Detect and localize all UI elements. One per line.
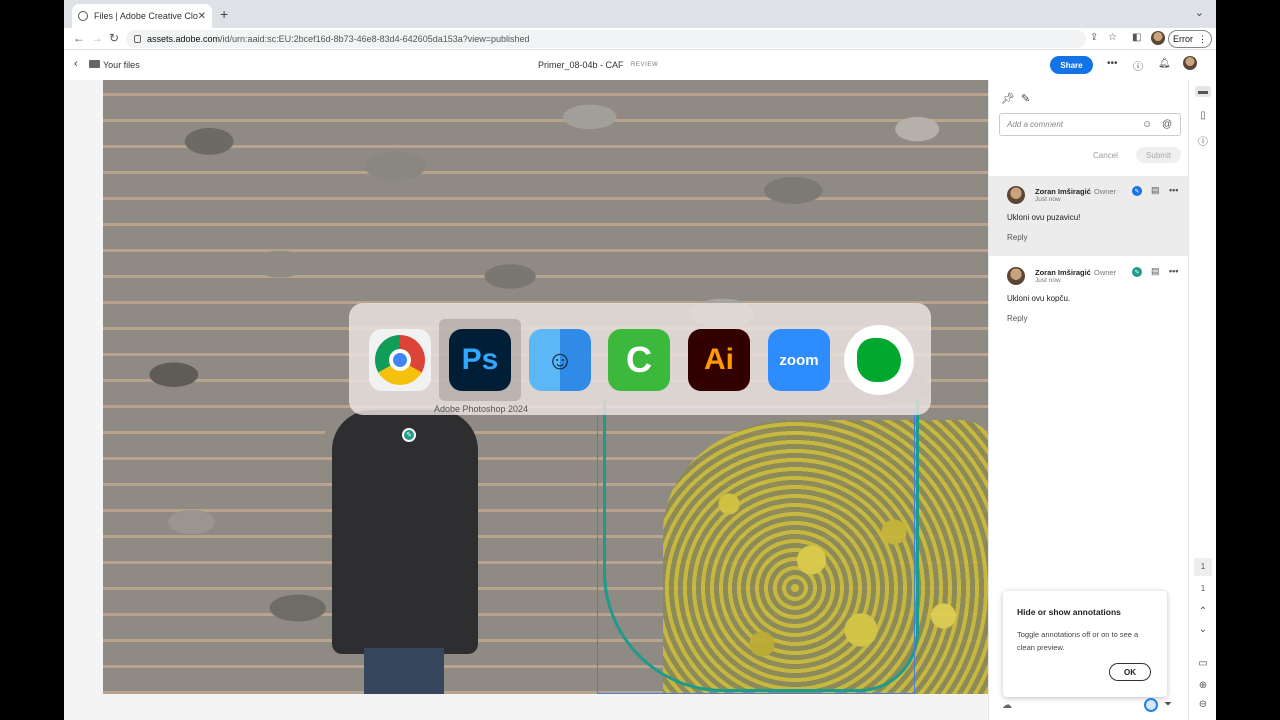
error-label: Error [1173,34,1193,44]
photoshop-app-icon[interactable]: Ps [449,329,511,391]
breadcrumb[interactable]: Your files [103,60,140,70]
share-page-icon[interactable]: ⇪ [1090,32,1098,43]
page-thumbnail[interactable]: 1 [1194,558,1212,576]
comment-text: Ukloni ovu puzavicu! [1007,213,1081,222]
forward-arrow-icon[interactable]: → [91,31,103,45]
right-rail: ▬ ▯ ⓘ 1 1 ⌃ ⌄ ▭ ⊕ ⊖ [1188,80,1216,720]
browser-window: Files | Adobe Creative Cloud ✕ + ⌄ ← → ↻… [64,0,1216,720]
reply-link[interactable]: Reply [1007,233,1027,242]
comment-item[interactable]: Zoran Imširagić Owner Just now ✎ ▤ ••• U… [989,176,1189,256]
share-button[interactable]: Share [1050,56,1093,74]
chrome-app-icon[interactable] [369,329,431,391]
file-info-icon[interactable]: ▯ [1195,110,1211,121]
tooltip-title: Hide or show annotations [1017,607,1121,617]
browser-tab[interactable]: Files | Adobe Creative Cloud ✕ [72,4,212,28]
info-icon[interactable]: ⓘ [1195,133,1211,148]
comment-item[interactable]: Zoran Imširagić Owner Just now ✎ ▤ ••• U… [989,257,1189,337]
side-panel-icon[interactable]: ◧ [1132,32,1141,43]
comment-time: Just now [1035,196,1061,203]
pencil-tool-icon[interactable]: ✎ [1021,92,1030,105]
annotation-badge-icon: ✎ [1132,186,1142,196]
selection-annotation[interactable] [597,410,915,694]
zoom-in-icon[interactable]: ⊕ [1195,680,1211,691]
more-horizontal-icon[interactable]: ••• [1169,185,1178,195]
chevron-up-icon[interactable]: ⌃ [1195,606,1211,617]
app-header: ‹ Your files Primer_08-04b - CAF REVIEW … [64,50,1216,80]
illustrator-app-icon[interactable]: Ai [688,329,750,391]
add-comment-input[interactable]: Add a comment [999,113,1181,136]
preview-canvas: ✎ Ps ☺ C Ai zoom Adobe Photoshop 2024 [64,80,988,720]
page-number: 1 [1200,584,1206,593]
chevron-down-icon[interactable]: ⌄ [1195,624,1211,635]
commenter-avatar [1007,186,1025,204]
cloud-icon[interactable]: ☁ [1002,700,1012,711]
pin-tool-icon[interactable]: 📌︎ [1001,92,1015,105]
app-switcher: Ps ☺ C Ai zoom Adobe Photoshop 2024 [349,303,931,415]
review-badge: REVIEW [631,62,659,68]
eye-icon [78,11,88,21]
back-chevron-icon[interactable]: ‹ [74,58,78,70]
lock-icon [134,35,141,43]
pin-annotation-icon[interactable]: ✎ [402,428,416,442]
annotations-toggle-icon[interactable] [1144,698,1158,712]
comment-author: Zoran Imširagić [1035,187,1091,196]
comment-author: Zoran Imširagić [1035,268,1091,277]
ok-button[interactable]: OK [1109,663,1151,681]
camtasia-app-icon[interactable]: C [608,329,670,391]
bell-icon[interactable]: 🔔︎ [1158,58,1171,69]
address-bar[interactable]: assets.adobe.com /id/urn:aaid:sc:EU:2bce… [126,30,1086,48]
reply-bubble-icon[interactable]: ▤ [1151,266,1160,277]
jeans [364,648,444,694]
profile-avatar[interactable] [1151,31,1165,45]
pin-badge-icon: ✎ [1132,267,1142,277]
user-avatar[interactable] [1183,56,1197,70]
comment-role: Owner [1094,187,1117,196]
new-tab-button[interactable]: + [220,6,228,22]
close-tab-icon[interactable]: ✕ [198,11,206,22]
comments-icon[interactable]: ▬ [1195,86,1211,97]
zoom-out-icon[interactable]: ⊖ [1195,699,1211,710]
url-host: assets.adobe.com [147,34,221,44]
submit-button[interactable]: Submit [1136,147,1181,163]
reply-bubble-icon[interactable]: ▤ [1151,185,1160,196]
finder-app-icon[interactable]: ☺ [529,329,591,391]
tooltip-body: Toggle annotations off or on to see a cl… [1017,630,1139,652]
more-vertical-icon: ⋮ [1198,33,1207,44]
fit-page-icon[interactable]: ▭ [1195,658,1211,669]
error-button[interactable]: Error ⋮ [1168,30,1212,48]
tab-strip: Files | Adobe Creative Cloud ✕ + ⌄ [64,0,1216,28]
filter-icon[interactable]: ⏷ [1164,699,1172,710]
cancel-button[interactable]: Cancel [1093,151,1118,160]
bookmark-star-icon[interactable]: ☆ [1108,32,1117,43]
comment-text: Ukloni ovu kopču. [1007,294,1071,303]
more-horizontal-icon[interactable]: ••• [1169,266,1178,276]
mention-icon[interactable]: @ [1162,119,1172,130]
person-in-coat [332,410,478,694]
emoji-icon[interactable]: ☺ [1142,119,1152,130]
help-icon[interactable]: ⓘ [1133,58,1143,73]
evernote-app-icon[interactable] [844,325,914,395]
tab-title: Files | Adobe Creative Cloud [94,11,198,21]
url-path: /id/urn:aaid:sc:EU:2bcef16d-8b73-46e8-83… [220,34,530,44]
annotations-tooltip: Hide or show annotations Toggle annotati… [1003,591,1167,697]
comment-role: Owner [1094,268,1117,277]
address-toolbar: ← → ↻ assets.adobe.com /id/urn:aaid:sc:E… [64,28,1216,50]
zoom-app-icon[interactable]: zoom [768,329,830,391]
more-horizontal-icon[interactable]: ••• [1107,58,1118,69]
coat [332,410,478,654]
reply-link[interactable]: Reply [1007,314,1027,323]
commenter-avatar [1007,267,1025,285]
reload-icon[interactable]: ↻ [109,31,119,45]
folder-icon [89,60,100,68]
document-title: Primer_08-04b - CAF [538,60,624,70]
app-switcher-label: Adobe Photoshop 2024 [433,404,529,414]
comment-time: Just now [1035,277,1061,284]
back-arrow-icon[interactable]: ← [73,31,85,45]
tab-search-chevron-icon[interactable]: ⌄ [1195,6,1204,19]
